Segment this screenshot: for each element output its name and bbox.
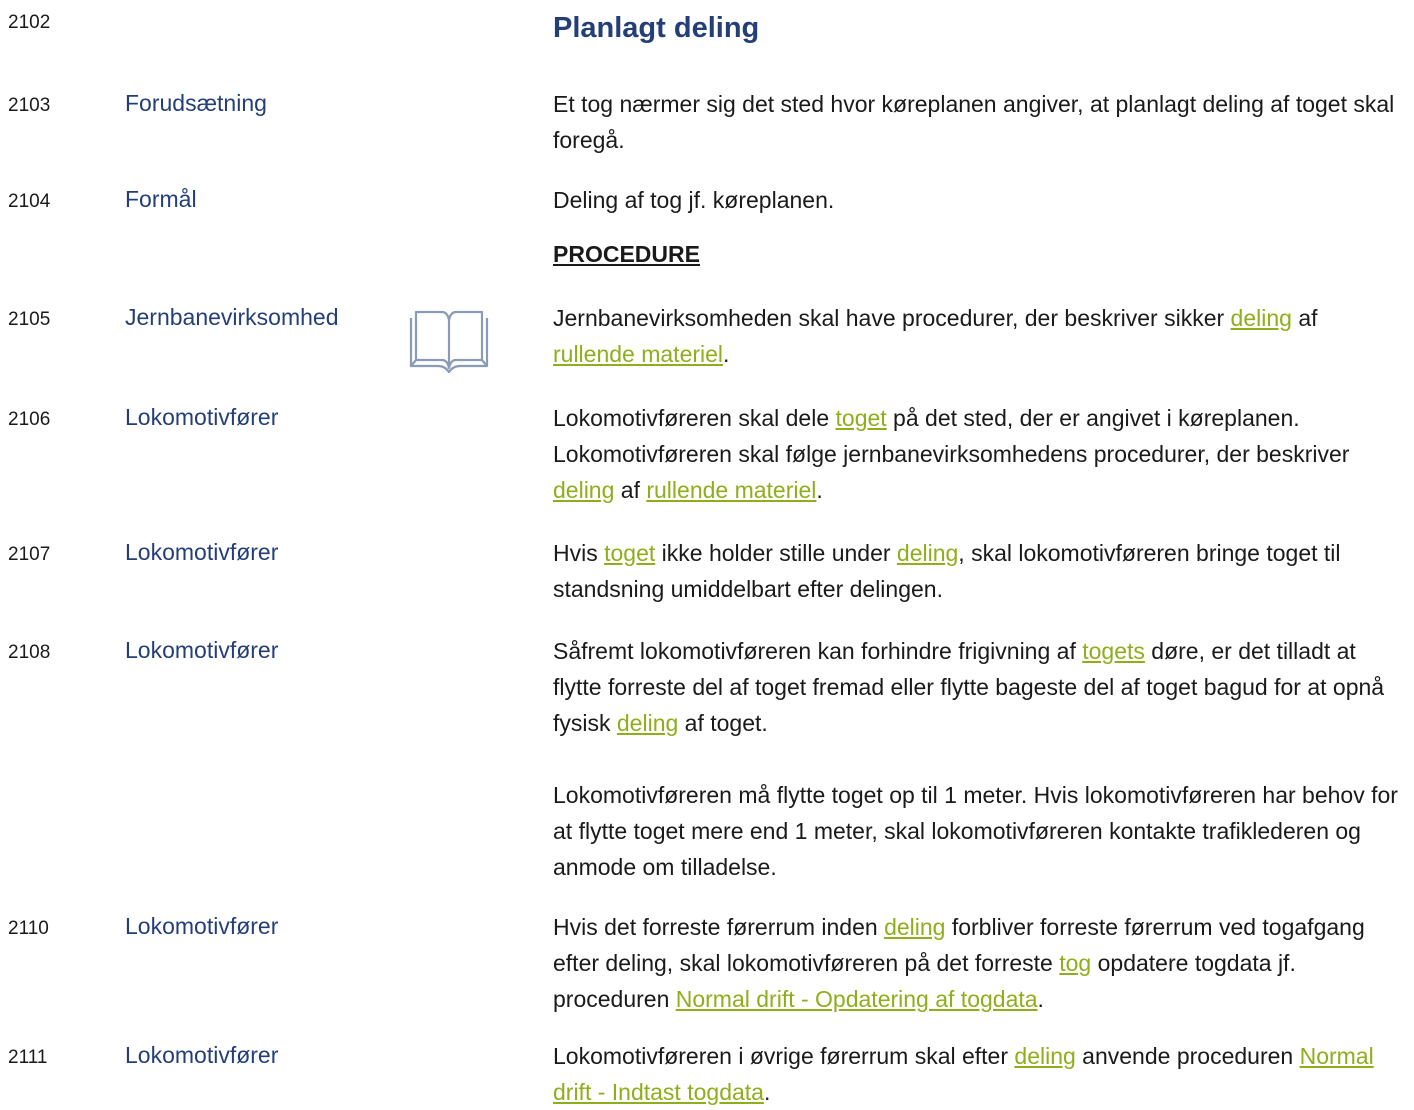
paragraph-number: 2105 bbox=[8, 309, 51, 330]
paragraph-text: Hvis det forreste førerrum inden deling … bbox=[553, 914, 1365, 1012]
role-label: Forudsætning bbox=[125, 90, 267, 116]
paragraph-number: 2111 bbox=[8, 1047, 48, 1068]
page-title: Planlagt deling bbox=[553, 12, 760, 44]
paragraph-text: Lokomotivføreren skal dele toget på det … bbox=[553, 405, 1350, 503]
paragraph-text: Lokomotivføreren i øvrige førerrum skal … bbox=[553, 1043, 1374, 1105]
role-label: Jernbanevirksomhed bbox=[125, 304, 339, 330]
glossary-link-deling[interactable]: deling bbox=[1231, 305, 1292, 331]
paragraph-number: 2107 bbox=[8, 544, 51, 565]
role-label: Formål bbox=[125, 186, 197, 212]
paragraph-text: Et tog nærmer sig det sted hvor køreplan… bbox=[553, 91, 1395, 153]
paragraph-number: 2106 bbox=[8, 409, 51, 430]
glossary-link-togets[interactable]: togets bbox=[1082, 638, 1145, 664]
glossary-link-deling[interactable]: deling bbox=[617, 710, 678, 736]
glossary-link-tog[interactable]: tog bbox=[1059, 950, 1091, 976]
role-label: Lokomotivfører bbox=[125, 404, 279, 430]
procedure-link-opdatering-af-togdata[interactable]: Normal drift - Opdatering af togdata bbox=[676, 986, 1038, 1012]
paragraph-text: Såfremt lokomotivføreren kan forhindre f… bbox=[553, 633, 1403, 885]
glossary-link-rullende-materiel[interactable]: rullende materiel bbox=[553, 341, 723, 367]
role-label: Lokomotivfører bbox=[125, 637, 279, 663]
paragraph-number: 2102 bbox=[8, 12, 51, 33]
role-label: Lokomotivfører bbox=[125, 913, 279, 939]
book-icon bbox=[409, 310, 489, 374]
paragraph-text: Deling af tog jf. køreplanen. bbox=[553, 187, 835, 213]
paragraph-text-continued: Lokomotivføreren må flytte toget op til … bbox=[553, 782, 1398, 880]
paragraph-number: 2103 bbox=[8, 95, 51, 116]
glossary-link-toget[interactable]: toget bbox=[836, 405, 887, 431]
role-label: Lokomotivfører bbox=[125, 1042, 279, 1068]
paragraph-number: 2108 bbox=[8, 642, 51, 663]
glossary-link-deling[interactable]: deling bbox=[553, 477, 614, 503]
glossary-link-rullende-materiel[interactable]: rullende materiel bbox=[646, 477, 816, 503]
paragraph-number: 2110 bbox=[8, 918, 49, 939]
glossary-link-toget[interactable]: toget bbox=[604, 540, 655, 566]
glossary-link-deling[interactable]: deling bbox=[884, 914, 945, 940]
glossary-link-deling[interactable]: deling bbox=[897, 540, 958, 566]
section-heading: PROCEDURE bbox=[553, 241, 700, 267]
role-label: Lokomotivfører bbox=[125, 539, 279, 565]
paragraph-text: Hvis toget ikke holder stille under deli… bbox=[553, 540, 1341, 602]
paragraph-text: Jernbanevirksomheden skal have procedure… bbox=[553, 305, 1318, 367]
glossary-link-deling[interactable]: deling bbox=[1014, 1043, 1075, 1069]
paragraph-number: 2104 bbox=[8, 191, 51, 212]
